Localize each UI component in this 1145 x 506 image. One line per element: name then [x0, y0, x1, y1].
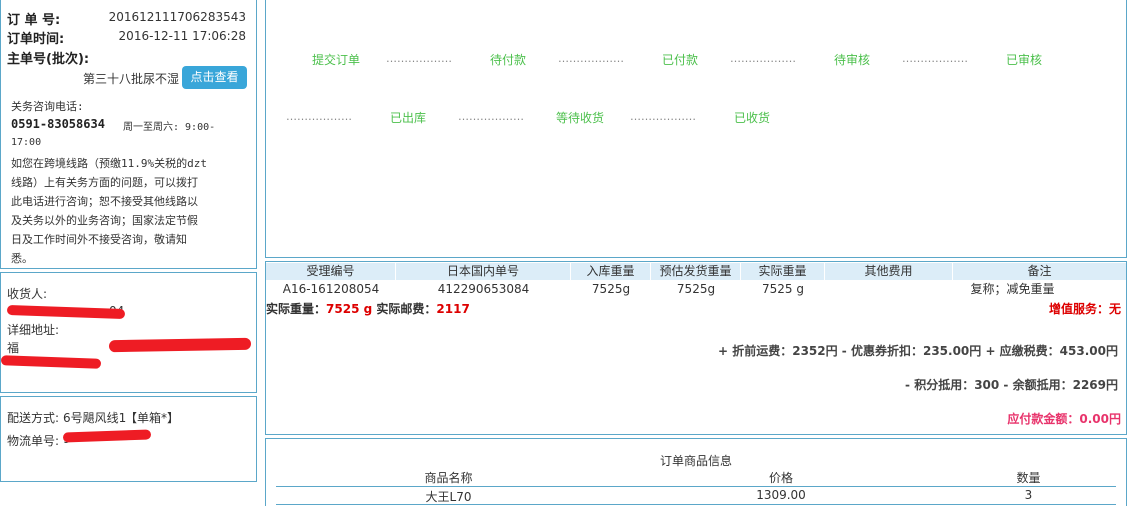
table-header: 备注: [953, 263, 1126, 280]
goods-header: 数量: [1016, 471, 1041, 485]
actual-weight-label: 实际重量：: [266, 302, 327, 316]
status-step: 已审核: [1006, 53, 1043, 67]
table-header: 预估发货重量: [651, 263, 741, 280]
actual-weight: 7525 g: [326, 302, 373, 316]
table-cell: 412290653084: [437, 282, 530, 296]
deduction-breakdown: - 积分抵用：300 - 余额抵用：2269円: [905, 378, 1118, 392]
address-label: 详细地址:: [7, 323, 60, 337]
view-batch-button[interactable]: 点击查看: [182, 66, 247, 89]
goods-title: 订单商品信息: [659, 454, 732, 468]
table-cell: 7525g: [591, 282, 631, 296]
consult-notice-line: 线路）上有关务方面的问题，可以拨打: [11, 176, 198, 189]
shipping-method-tag: 【单箱*】: [125, 411, 180, 425]
goods-header: 商品名称: [424, 471, 473, 485]
status-step: 待付款: [490, 53, 527, 67]
table-header: 受理编号: [266, 263, 396, 280]
actual-summary: 实际重量：7525 g 实际邮费：2117: [266, 300, 470, 317]
status-connector: ………………: [558, 52, 624, 65]
consult-notice-line: 如您在跨境线路（预缴11.9%关税的dzt: [11, 157, 207, 170]
consult-notice-line: 悉。: [11, 252, 33, 265]
status-step: 已付款: [662, 53, 699, 67]
status-step: 待审核: [834, 53, 871, 67]
actual-postage: 2117: [436, 302, 470, 316]
table-header: 日本国内单号: [396, 263, 571, 280]
consult-phone: 0591-83058634: [11, 117, 105, 131]
redaction-mark: [108, 337, 252, 353]
weight-fee-panel: 受理编号 日本国内单号 入库重量 预估发货重量 实际重量 其他费用 备注 A16…: [265, 261, 1127, 435]
status-step: 等待收货: [556, 111, 605, 125]
value-added-service: 增值服务：无: [1048, 302, 1121, 316]
goods-header: 价格: [768, 471, 793, 485]
goods-divider: [276, 504, 1116, 505]
order-no: 201612111706283543: [108, 10, 246, 24]
goods-cell: 大王L70: [425, 490, 472, 504]
shipping-method: 6号飓风线1: [63, 411, 127, 425]
goods-table: 商品名称 价格 数量 大王L70 1309.00 3: [276, 469, 1116, 505]
table-header: 其他费用: [825, 263, 953, 280]
table-cell: 复称；减免重量: [970, 282, 1055, 296]
fee-breakdown: + 折前运费：2352円 - 优惠券折扣：235.00円 + 应缴税费：453.…: [718, 344, 1118, 358]
consult-notice-line: 此电话进行咨询；恕不接受其他线路以: [11, 195, 198, 208]
payable-amount: 应付款金额：0.00円: [1007, 412, 1121, 426]
consult-hours: 周一至周六: 9:00-: [123, 122, 216, 133]
consult-notice-line: 及关务以外的业务咨询；国家法定节假: [11, 214, 198, 227]
receiver-label: 收货人:: [7, 287, 48, 301]
consult-hours-end: 17:00: [11, 137, 42, 148]
status-step: 提交订单: [312, 53, 361, 67]
goods-divider: [276, 486, 1116, 487]
table-cell: 7525g: [676, 282, 716, 296]
order-no-label: 订 单 号:: [7, 13, 61, 28]
order-info-panel: 订 单 号: 201612111706283543 订单时间: 2016-12-…: [0, 0, 257, 269]
goods-cell: 3: [1024, 488, 1033, 502]
actual-postage-label: 实际邮费：: [376, 302, 437, 316]
status-step: 已收货: [734, 111, 771, 125]
status-connector: ………………: [630, 110, 696, 123]
table-cell: A16-161208054: [282, 282, 380, 296]
order-time-label: 订单时间:: [7, 32, 65, 47]
table-header: 实际重量: [741, 263, 825, 280]
consult-notice-line: 日及工作时间外不接受咨询，敬请知: [11, 233, 187, 246]
shipping-method-label: 配送方式:: [7, 411, 60, 425]
redaction-mark: [0, 355, 102, 369]
table-header: 入库重量: [571, 263, 651, 280]
status-connector: ………………: [386, 52, 452, 65]
goods-cell: 1309.00: [756, 488, 806, 502]
consult-title: 关务咨询电话:: [11, 100, 84, 113]
status-connector: ………………: [458, 110, 524, 123]
order-status-panel: 提交订单 ……………… 待付款 ……………… 已付款 ……………… 待审核 ………: [265, 0, 1127, 258]
status-connector: ………………: [730, 52, 796, 65]
consult-notice: 如您在跨境线路（预缴11.9%关税的dzt 线路）上有关务方面的问题，可以拨打 …: [11, 154, 207, 268]
goods-panel: 订单商品信息 商品名称 价格 数量 大王L70 1309.00 3: [265, 438, 1127, 506]
weight-table: 受理编号 日本国内单号 入库重量 预估发货重量 实际重量 其他费用 备注 A16…: [266, 263, 1126, 299]
master-no-label: 主单号(批次):: [7, 52, 90, 67]
status-connector: ………………: [286, 110, 352, 123]
address-prefix: 福: [7, 341, 20, 355]
tracking-label: 物流单号:: [7, 434, 60, 448]
table-cell: 7525 g: [762, 282, 804, 296]
redaction-mark: [6, 304, 126, 320]
shipping-panel: 配送方式: 6号飓风线1 【单箱*】 物流单号: 9: [0, 396, 257, 482]
receiver-panel: 收货人: 04 详细地址: 福: [0, 272, 257, 393]
batch-name: 第三十八批尿不湿: [83, 72, 180, 86]
order-time: 2016-12-11 17:06:28: [118, 29, 246, 43]
status-connector: ………………: [902, 52, 968, 65]
redaction-mark: [62, 429, 152, 443]
status-step: 已出库: [390, 111, 427, 125]
